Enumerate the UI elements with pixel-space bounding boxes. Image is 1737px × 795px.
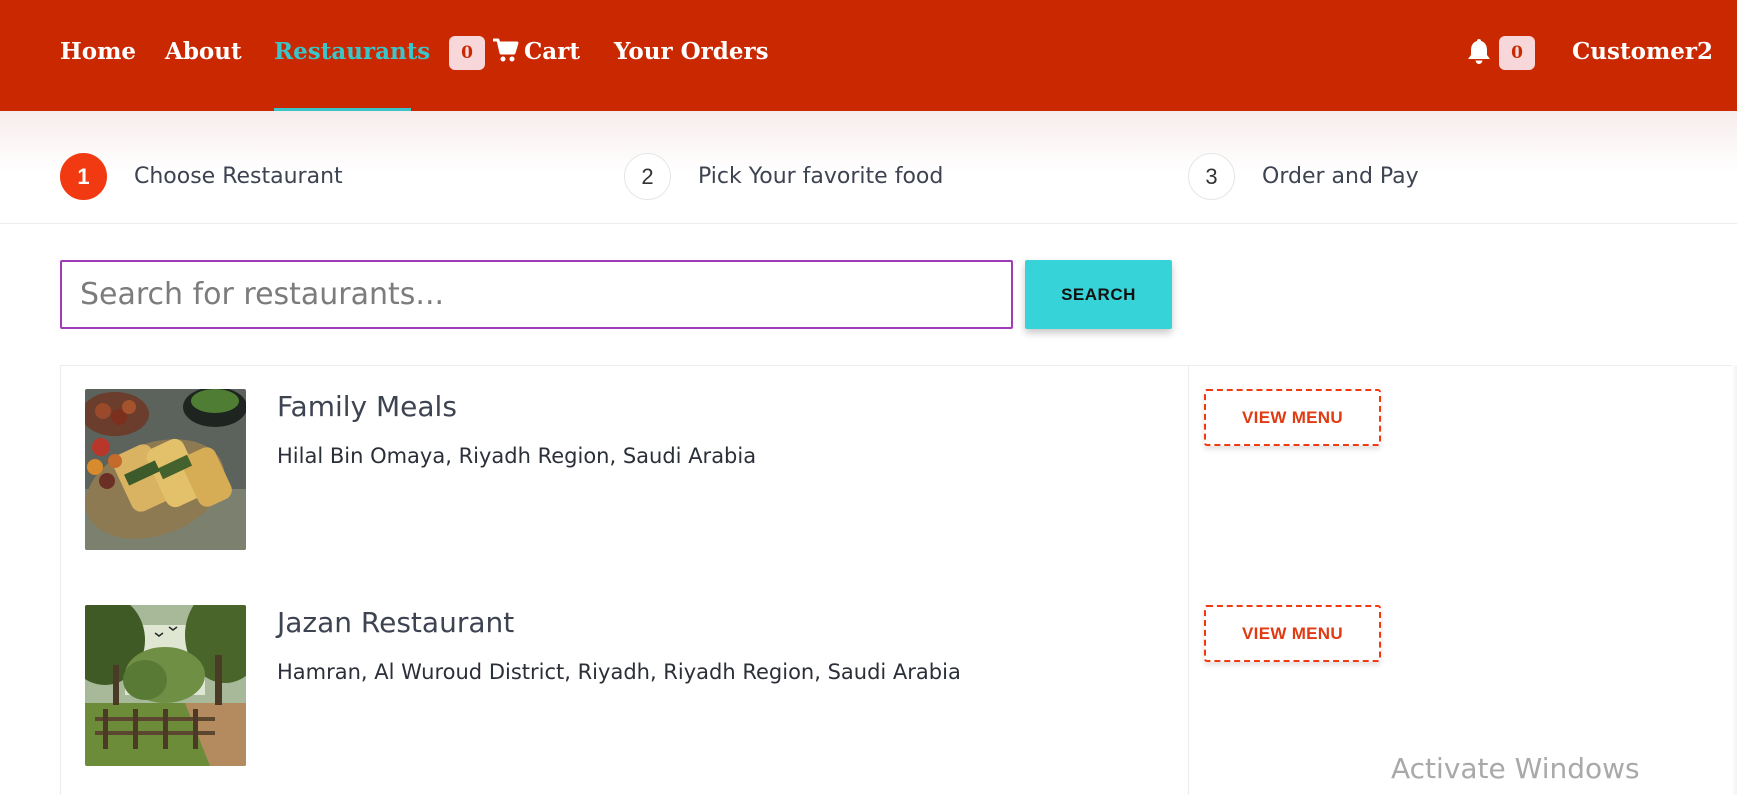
cart-count-badge: 0 bbox=[449, 36, 485, 70]
cart-icon[interactable] bbox=[492, 37, 519, 67]
order-steps: 1 Choose Restaurant 2 Pick Your favorite… bbox=[0, 111, 1737, 224]
activate-windows-watermark: Activate Windows bbox=[1391, 752, 1640, 785]
search-button[interactable]: SEARCH bbox=[1025, 260, 1172, 329]
notification-count-badge: 0 bbox=[1499, 36, 1535, 70]
user-menu-link[interactable]: Customer2 bbox=[1572, 36, 1713, 68]
nav-home-link[interactable]: Home bbox=[60, 36, 136, 68]
nav-cart-link[interactable]: Cart bbox=[524, 36, 580, 68]
restaurant-results-panel bbox=[60, 365, 1737, 795]
bell-icon[interactable] bbox=[1466, 37, 1492, 69]
step-1-number: 1 bbox=[60, 153, 107, 200]
restaurant-name[interactable]: Jazan Restaurant bbox=[277, 606, 514, 640]
restaurant-name[interactable]: Family Meals bbox=[277, 390, 457, 424]
restaurant-thumbnail-family-meals[interactable] bbox=[85, 389, 246, 550]
nav-restaurants-link[interactable]: Restaurants bbox=[274, 36, 430, 68]
step-2-label: Pick Your favorite food bbox=[698, 164, 944, 189]
nav-about-link[interactable]: About bbox=[165, 36, 242, 68]
step-2-number: 2 bbox=[624, 153, 671, 200]
step-3-number: 3 bbox=[1188, 153, 1235, 200]
step-3-label: Order and Pay bbox=[1262, 164, 1419, 189]
results-panel-edge bbox=[1732, 365, 1737, 795]
restaurant-thumbnail-jazan-restaurant[interactable] bbox=[85, 605, 246, 766]
view-menu-button-jazan-restaurant[interactable]: VIEW MENU bbox=[1204, 605, 1381, 662]
view-menu-button-family-meals[interactable]: VIEW MENU bbox=[1204, 389, 1381, 446]
nav-your-orders-link[interactable]: Your Orders bbox=[614, 36, 769, 68]
restaurant-address: Hilal Bin Omaya, Riyadh Region, Saudi Ar… bbox=[277, 444, 757, 468]
step-1-label: Choose Restaurant bbox=[134, 164, 343, 189]
results-column-divider bbox=[1188, 365, 1189, 795]
restaurant-search-input[interactable] bbox=[60, 260, 1013, 329]
restaurant-address: Hamran, Al Wuroud District, Riyadh, Riya… bbox=[277, 660, 961, 684]
top-navbar: Home About Restaurants 0 Cart Your Order… bbox=[0, 0, 1737, 111]
